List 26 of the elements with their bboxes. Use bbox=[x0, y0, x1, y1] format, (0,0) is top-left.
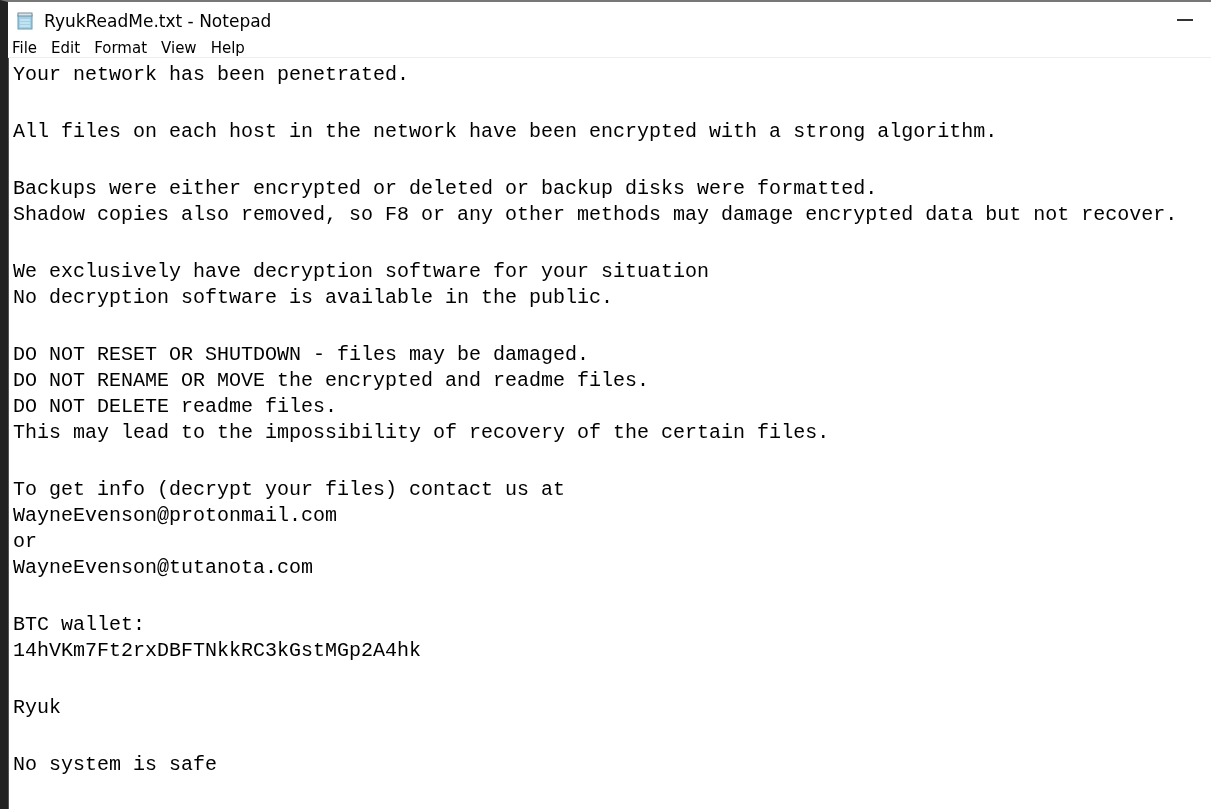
text-line: Shadow copies also removed, so F8 or any other methods may damage encrypted data but not recover. bbox=[13, 202, 1179, 228]
text-line: WayneEvenson@protonmail.com bbox=[13, 503, 339, 529]
text-line: WayneEvenson@tutanota.com bbox=[13, 555, 315, 581]
minimize-icon[interactable] bbox=[1177, 19, 1193, 22]
text-line: DO NOT RENAME OR MOVE the encrypted and readme files. bbox=[13, 368, 651, 394]
text-line: DO NOT RESET OR SHUTDOWN - files may be damaged. bbox=[13, 342, 591, 368]
text-line: All files on each host in the network have been encrypted with a strong algorithm. bbox=[13, 119, 999, 145]
text-line: We exclusively have decryption software for your situation bbox=[13, 259, 711, 285]
menu-item[interactable]: Help bbox=[210, 39, 245, 57]
menu-item[interactable]: Edit bbox=[51, 39, 81, 57]
text-line: DO NOT DELETE readme files. bbox=[13, 394, 339, 420]
menu-item[interactable]: View bbox=[161, 39, 197, 57]
text-line: or bbox=[13, 529, 38, 555]
text-line: Ryuk bbox=[13, 695, 62, 721]
text-line: This may lead to the impossibility of recovery of the certain files. bbox=[13, 420, 831, 446]
menu-item[interactable]: File bbox=[12, 39, 38, 57]
text-line: No decryption software is available in the public. bbox=[13, 285, 615, 311]
notepad-icon bbox=[16, 11, 34, 30]
text-line: No system is safe bbox=[13, 752, 219, 778]
text-line: Backups were either encrypted or deleted or backup disks were formatted. bbox=[13, 176, 879, 202]
menu-item[interactable]: Format bbox=[94, 39, 148, 57]
text-line: To get info (decrypt your files) contact us at bbox=[13, 477, 567, 503]
text-line: BTC wallet: bbox=[13, 612, 147, 638]
window-title: RyukReadMe.txt - Notepad bbox=[44, 10, 272, 31]
text-line: 14hVKm7Ft2rxDBFTNkkRC3kGstMGp2A4hk bbox=[13, 638, 423, 664]
text-line: Your network has been penetrated. bbox=[13, 62, 411, 88]
